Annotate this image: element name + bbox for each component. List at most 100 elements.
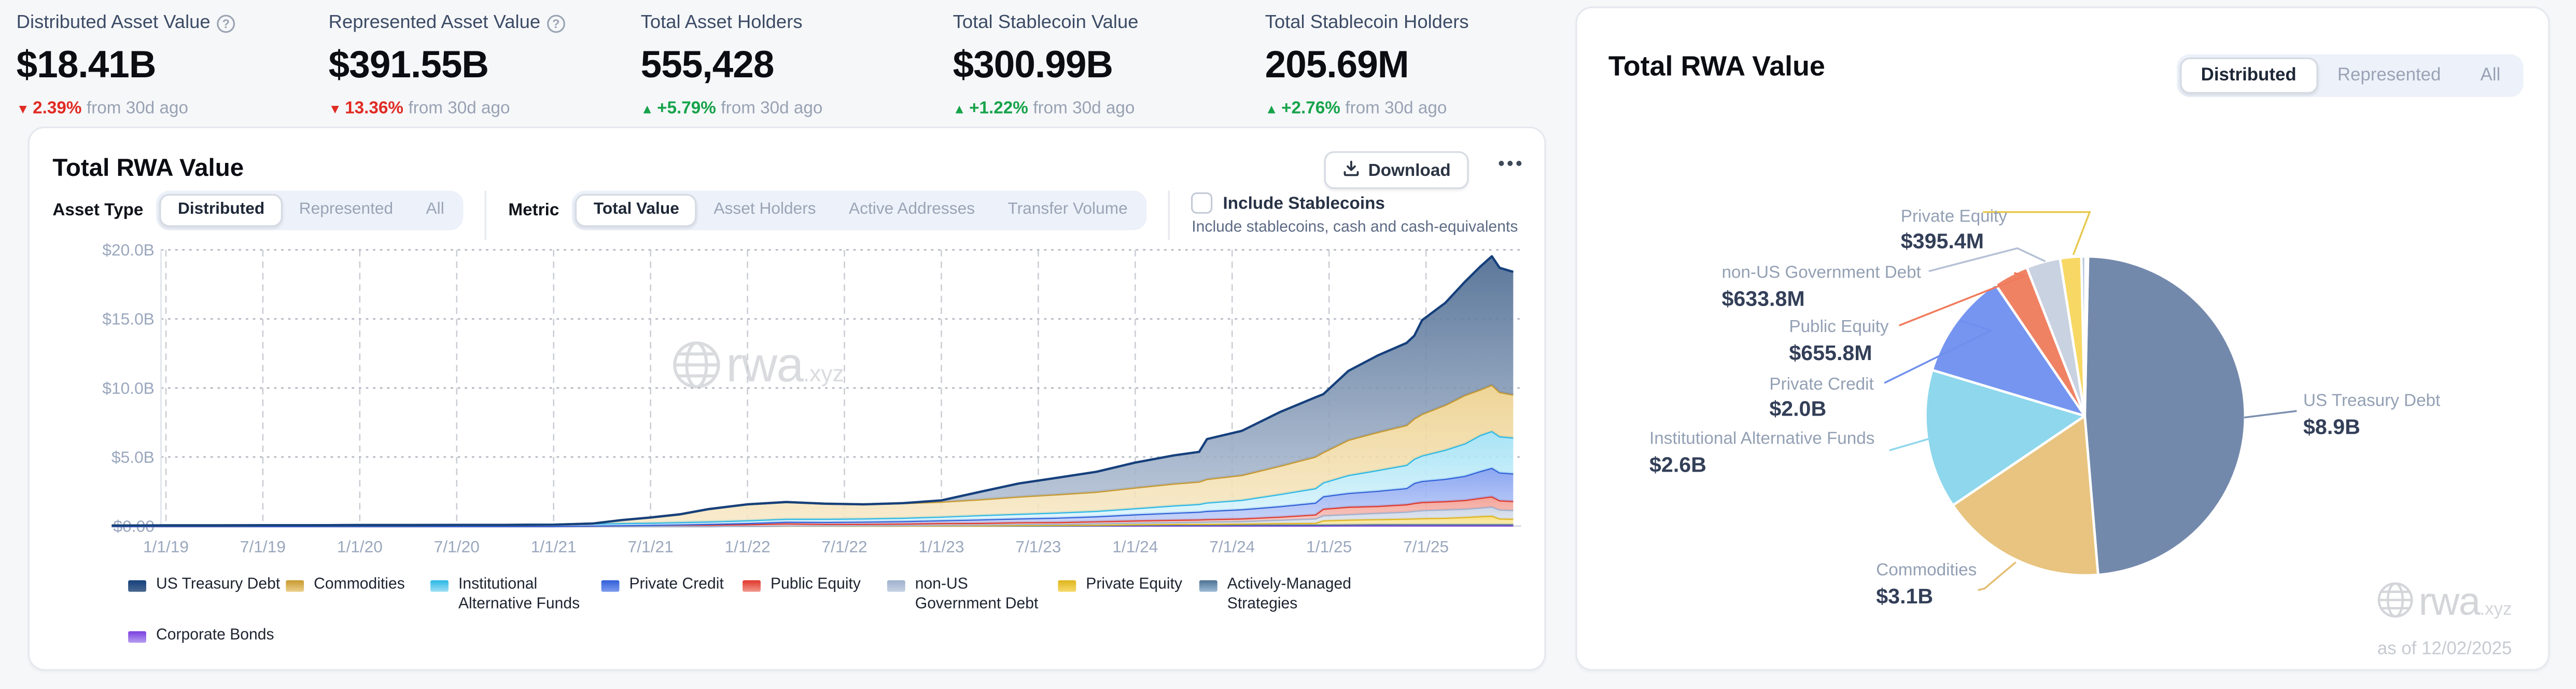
- legend-item-actively-managed-strategies[interactable]: Actively-Managed Strategies: [1199, 575, 1383, 616]
- stat-change-pct: +2.76%: [1281, 99, 1340, 119]
- pie-label-name: Public Equity: [1789, 317, 1889, 336]
- legend-swatch: [887, 580, 905, 592]
- download-button-label: Download: [1368, 160, 1451, 180]
- rwa-dashboard: Distributed Asset Value? $18.41B ▼ 2.39% fro…: [0, 0, 2576, 689]
- pie-tab-all[interactable]: All: [2460, 58, 2520, 94]
- controls-divider: [1168, 190, 1171, 240]
- asset-type-label: Asset Type: [52, 200, 144, 221]
- stat-change-pct: +1.22%: [969, 99, 1028, 119]
- stat-value: 555,428: [640, 43, 775, 86]
- stat-change-pct: +5.79%: [657, 99, 716, 119]
- stat-card: Total Stablecoin Value $300.99B ▲ +1.22% fro…: [953, 7, 1265, 122]
- stat-label: Total Stablecoin Holders: [1265, 13, 1577, 33]
- legend-label: Corporate Bonds: [156, 626, 274, 644]
- x-axis-tick: 1/1/19: [143, 538, 189, 556]
- legend-swatch: [1199, 580, 1217, 592]
- include-stablecoins-checkbox[interactable]: [1192, 192, 1213, 214]
- pie-label-value: $2.6B: [1649, 452, 1706, 476]
- stat-label-text: Total Stablecoin Value: [953, 13, 1139, 33]
- triangle-down-icon: ▼: [328, 102, 342, 117]
- stat-change: ▲ +5.79% from 30d ago: [641, 99, 953, 118]
- pie-label-value: $655.8M: [1789, 341, 1872, 365]
- x-axis-tick: 1/1/24: [1112, 538, 1158, 556]
- x-axis-tick: 7/1/20: [434, 538, 480, 556]
- stat-change-pct: 2.39%: [33, 99, 82, 119]
- legend-item-private-credit[interactable]: Private Credit: [601, 575, 743, 616]
- legend-item-non-us-government-debt[interactable]: non-US Government Debt: [887, 575, 1058, 616]
- include-stablecoins-sublabel: Include stablecoins, cash and cash-equiv…: [1192, 218, 1518, 237]
- stat-card: Total Asset Holders 555,428 ▲ +5.79% from 30…: [641, 7, 953, 122]
- chart-panel-title: Total RWA Value: [52, 154, 244, 183]
- metric-option-active-addresses[interactable]: Active Addresses: [832, 194, 991, 227]
- stat-change-suffix: from 30d ago: [86, 99, 189, 119]
- download-icon: [1342, 159, 1360, 182]
- pie-leader-line: [1889, 438, 1929, 451]
- legend-label: US Treasury Debt: [156, 575, 281, 594]
- legend-label: Public Equity: [770, 575, 861, 594]
- metric-segmented-control: Total Value Asset Holders Active Addresses…: [572, 190, 1147, 230]
- x-axis-tick: 1/1/25: [1306, 538, 1352, 556]
- y-axis-tick: $15.0B: [102, 310, 154, 328]
- legend-item-private-equity[interactable]: Private Equity: [1058, 575, 1199, 616]
- asset-type-option-represented[interactable]: Represented: [283, 194, 410, 227]
- help-icon[interactable]: ?: [217, 13, 235, 32]
- stat-label: Distributed Asset Value?: [17, 13, 329, 33]
- pie-chart: US Treasury Debt $8.9B Commodities $3.1B Ins…: [1649, 207, 2440, 608]
- legend-item-public-equity[interactable]: Public Equity: [743, 575, 887, 616]
- pie-slice-us-treasury-debt[interactable]: [2083, 255, 2247, 576]
- legend-label: Actively-Managed Strategies: [1227, 575, 1352, 614]
- metric-label: Metric: [508, 200, 559, 221]
- pie-label-value: $633.8M: [1721, 286, 1804, 310]
- asset-type-option-all[interactable]: All: [410, 194, 461, 227]
- x-axis-tick: 7/1/19: [240, 538, 286, 556]
- stat-label-text: Distributed Asset Value: [16, 13, 211, 33]
- rwa-watermark: rwa .xyz: [2376, 580, 2512, 628]
- legend-swatch: [601, 580, 620, 592]
- x-axis-tick: 1/1/21: [531, 538, 577, 556]
- asset-type-option-distributed[interactable]: Distributed: [160, 194, 283, 227]
- triangle-up-icon: ▲: [953, 102, 966, 117]
- stat-change-suffix: from 30d ago: [408, 99, 510, 119]
- asset-type-segmented-control: Distributed Represented All: [156, 190, 464, 230]
- x-axis-tick: 7/1/25: [1403, 538, 1449, 556]
- as-of-date: as of 12/02/2025: [2377, 639, 2512, 659]
- stat-change-pct: 13.36%: [345, 99, 403, 119]
- controls-divider: [485, 190, 487, 240]
- triangle-up-icon: ▲: [640, 102, 654, 117]
- legend-item-corporate-bonds[interactable]: Corporate Bonds: [128, 626, 286, 646]
- legend-label: Private Credit: [629, 575, 724, 594]
- stat-label: Total Asset Holders: [641, 13, 953, 33]
- x-axis-tick: 7/1/22: [822, 538, 867, 556]
- legend-swatch: [1058, 580, 1076, 592]
- x-axis-tick: 1/1/23: [918, 538, 964, 556]
- pie-label-name: US Treasury Debt: [2303, 391, 2440, 410]
- legend-label: Commodities: [314, 575, 405, 594]
- download-button[interactable]: Download: [1324, 151, 1469, 189]
- stat-change: ▼ 2.39% from 30d ago: [17, 99, 329, 118]
- legend-label: non-US Government Debt: [915, 575, 1039, 614]
- y-axis-tick: $10.0B: [102, 379, 154, 397]
- stat-card: Distributed Asset Value? $18.41B ▼ 2.39% fro…: [17, 7, 329, 122]
- more-options-button[interactable]: •••: [1498, 155, 1524, 174]
- pie-panel-title: Total RWA Value: [1608, 51, 1825, 82]
- total-rwa-value-chart-panel: Total RWA Value Download ••• Asset Type …: [27, 126, 1546, 671]
- pie-tab-represented[interactable]: Represented: [2318, 58, 2461, 94]
- stat-value: 205.69M: [1265, 43, 1409, 86]
- metric-option-total-value[interactable]: Total Value: [576, 194, 697, 227]
- metric-option-asset-holders[interactable]: Asset Holders: [697, 194, 833, 227]
- legend-label: Institutional Alternative Funds: [458, 575, 580, 614]
- legend-label: Private Equity: [1086, 575, 1183, 594]
- metric-option-transfer-volume[interactable]: Transfer Volume: [991, 194, 1144, 227]
- stat-change-suffix: from 30d ago: [721, 99, 823, 119]
- stat-change-suffix: from 30d ago: [1345, 99, 1447, 119]
- pie-label-name: Private Equity: [1901, 207, 2008, 226]
- pie-leader-line: [1978, 561, 2017, 591]
- legend-item-institutional-alternative-funds[interactable]: Institutional Alternative Funds: [430, 575, 601, 616]
- legend-swatch: [128, 630, 146, 642]
- legend-item-us-treasury-debt[interactable]: US Treasury Debt: [128, 575, 286, 616]
- triangle-down-icon: ▼: [16, 102, 30, 117]
- legend-item-commodities[interactable]: Commodities: [286, 575, 430, 616]
- pie-tab-distributed[interactable]: Distributed: [2179, 57, 2318, 94]
- stat-change: ▲ +2.76% from 30d ago: [1265, 99, 1577, 118]
- help-icon[interactable]: ?: [547, 13, 565, 32]
